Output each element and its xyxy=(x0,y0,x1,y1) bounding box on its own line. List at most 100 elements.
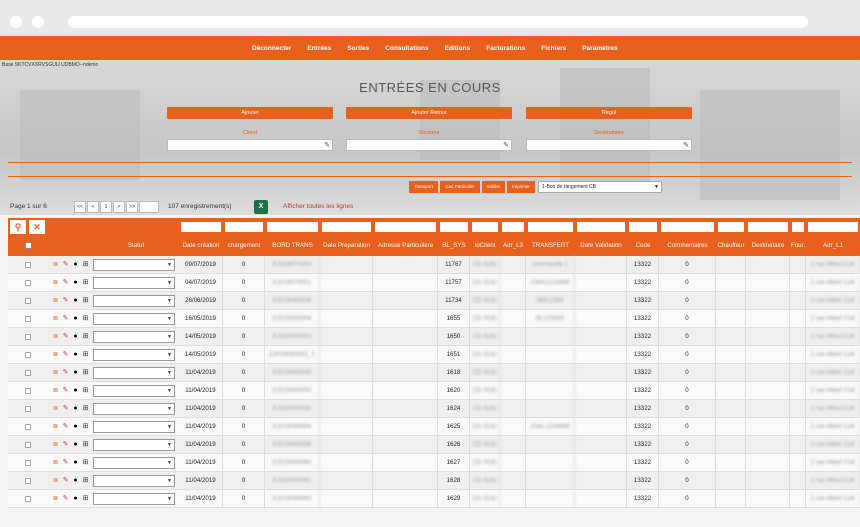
row-checkbox[interactable] xyxy=(25,298,31,304)
row-checkbox[interactable] xyxy=(25,262,31,268)
table-row[interactable]: ≣ ✎ ● ⊞ ▼ 14/05/2019 0 E2019050003 1650 CD-SUD 133… xyxy=(8,328,860,346)
pencil-icon[interactable]: ✎ xyxy=(503,141,509,149)
row-checkbox[interactable] xyxy=(25,496,31,502)
status-select[interactable]: ▼ xyxy=(93,457,175,469)
table-row[interactable]: ≣ ✎ ● ⊞ ▼ 14/05/2019 0 E2019050003_T 1651 CD-SUD 1… xyxy=(8,346,860,364)
excel-export-icon[interactable]: X xyxy=(254,200,268,214)
table-row[interactable]: ≣ ✎ ● ⊞ ▼ 11/04/2019 0 E2019040049 1618 CD-SUD 133… xyxy=(8,364,860,382)
info-icon[interactable]: ● xyxy=(72,422,79,431)
grid-icon[interactable]: ⊞ xyxy=(82,350,89,359)
grid-icon[interactable]: ⊞ xyxy=(82,278,89,287)
grid-icon[interactable]: ⊞ xyxy=(82,296,89,305)
column-header[interactable]: Date Préparation xyxy=(320,236,373,256)
row-checkbox[interactable] xyxy=(25,280,31,286)
pencil-icon[interactable]: ✎ xyxy=(62,476,69,485)
column-filter-input[interactable] xyxy=(661,222,714,232)
status-select[interactable]: ▼ xyxy=(93,313,175,325)
status-select[interactable]: ▼ xyxy=(93,277,175,289)
table-row[interactable]: ≣ ✎ ● ⊞ ▼ 11/04/2019 0 E2019040060 1627 CD-SUD 133… xyxy=(8,454,860,472)
row-checkbox[interactable] xyxy=(25,442,31,448)
add-button[interactable]: Ajouter xyxy=(167,107,333,119)
nav-item[interactable]: Paramètres xyxy=(582,45,617,52)
row-checkbox[interactable] xyxy=(25,460,31,466)
valider-button[interactable]: Valider xyxy=(482,181,505,193)
table-row[interactable]: ≣ ✎ ● ⊞ ▼ 11/04/2019 0 E2019040054 1625 CD-SUD cha… xyxy=(8,418,860,436)
column-filter-input[interactable] xyxy=(440,222,468,232)
list-icon[interactable]: ≣ xyxy=(52,422,59,431)
cas-particulier-button[interactable]: Cas Particulier xyxy=(440,181,480,193)
grid-icon[interactable]: ⊞ xyxy=(82,494,89,503)
column-header[interactable]: Commentaires xyxy=(659,236,716,256)
column-filter-input[interactable] xyxy=(718,222,744,232)
column-header[interactable]: Code xyxy=(627,236,659,256)
pencil-icon[interactable]: ✎ xyxy=(683,141,689,149)
nav-item[interactable]: Déconnecter xyxy=(252,45,291,52)
list-icon[interactable]: ≣ xyxy=(52,386,59,395)
table-row[interactable]: ≣ ✎ ● ⊞ ▼ 11/04/2019 0 E2019040056 1626 CD-SUD 133… xyxy=(8,436,860,454)
add-return-button[interactable]: Ajouter Retour xyxy=(346,107,512,119)
pencil-icon[interactable]: ✎ xyxy=(62,332,69,341)
row-checkbox[interactable] xyxy=(25,424,31,430)
column-filter-input[interactable] xyxy=(181,222,221,232)
pencil-icon[interactable]: ✎ xyxy=(62,404,69,413)
pencil-icon[interactable]: ✎ xyxy=(62,350,69,359)
status-select[interactable]: ▼ xyxy=(93,295,175,307)
table-row[interactable]: ≣ ✎ ● ⊞ ▼ 11/04/2019 0 E2019040063 1629 CD-SUD 133… xyxy=(8,490,860,508)
nav-item[interactable]: Editions xyxy=(445,45,471,52)
row-checkbox[interactable] xyxy=(25,334,31,340)
info-icon[interactable]: ● xyxy=(72,332,79,341)
list-icon[interactable]: ≣ xyxy=(52,440,59,449)
status-select[interactable]: ▼ xyxy=(93,403,175,415)
list-icon[interactable]: ≣ xyxy=(52,350,59,359)
column-filter-input[interactable] xyxy=(528,222,573,232)
info-icon[interactable]: ● xyxy=(72,368,79,377)
column-header[interactable]: Adr_L1 xyxy=(806,236,860,256)
pencil-icon[interactable]: ✎ xyxy=(62,422,69,431)
row-checkbox[interactable] xyxy=(25,352,31,358)
first-page-button[interactable]: << xyxy=(74,201,86,213)
list-icon[interactable]: ≣ xyxy=(52,278,59,287)
prev-page-button[interactable]: < xyxy=(87,201,99,213)
pencil-icon[interactable]: ✎ xyxy=(62,278,69,287)
column-filter-input[interactable] xyxy=(225,222,263,232)
table-row[interactable]: ≣ ✎ ● ⊞ ▼ 11/04/2019 0 E2019040050 1620 CD-SUD 133… xyxy=(8,382,860,400)
window-dot[interactable] xyxy=(32,16,44,28)
nav-item[interactable]: Facturations xyxy=(486,45,525,52)
info-icon[interactable]: ● xyxy=(72,494,79,503)
column-header[interactable]: chargement xyxy=(223,236,265,256)
column-filter-input[interactable] xyxy=(322,222,371,232)
status-select[interactable]: ▼ xyxy=(93,421,175,433)
list-icon[interactable]: ≣ xyxy=(52,494,59,503)
list-icon[interactable]: ≣ xyxy=(52,368,59,377)
status-select[interactable]: ▼ xyxy=(93,259,175,271)
column-header[interactable]: IoClient xyxy=(470,236,500,256)
stockeur-input[interactable]: ✎ xyxy=(346,139,512,151)
table-row[interactable]: ≣ ✎ ● ⊞ ▼ 11/04/2019 0 E2019040055 1624 CD-SUD 133… xyxy=(8,400,860,418)
status-select[interactable]: ▼ xyxy=(93,385,175,397)
column-filter-input[interactable] xyxy=(629,222,657,232)
column-filter-input[interactable] xyxy=(577,222,625,232)
info-icon[interactable]: ● xyxy=(72,404,79,413)
row-checkbox[interactable] xyxy=(25,478,31,484)
column-header[interactable]: Adr_L3 xyxy=(500,236,526,256)
grid-icon[interactable]: ⊞ xyxy=(82,476,89,485)
grid-icon[interactable]: ⊞ xyxy=(82,260,89,269)
list-icon[interactable]: ≣ xyxy=(52,476,59,485)
row-checkbox[interactable] xyxy=(25,370,31,376)
info-icon[interactable]: ● xyxy=(72,278,79,287)
show-all-link[interactable]: Afficher toutes les lignes xyxy=(283,203,353,210)
column-filter-input[interactable] xyxy=(472,222,498,232)
column-filter-input[interactable] xyxy=(808,222,858,232)
pencil-icon[interactable]: ✎ xyxy=(324,141,330,149)
transport-button[interactable]: Transport xyxy=(409,181,438,193)
nav-item[interactable]: Entrées xyxy=(307,45,331,52)
grid-icon[interactable]: ⊞ xyxy=(82,404,89,413)
status-select[interactable]: ▼ xyxy=(93,331,175,343)
status-select[interactable]: ▼ xyxy=(93,349,175,361)
column-header[interactable]: Four. xyxy=(790,236,806,256)
pencil-icon[interactable]: ✎ xyxy=(62,494,69,503)
column-filter-input[interactable] xyxy=(375,222,436,232)
table-row[interactable]: ≣ ✎ ● ⊞ ▼ 11/04/2019 0 E2019040061 1628 CD-SUD 133… xyxy=(8,472,860,490)
status-select[interactable]: ▼ xyxy=(93,475,175,487)
destinataire-input[interactable]: ✎ xyxy=(526,139,692,151)
